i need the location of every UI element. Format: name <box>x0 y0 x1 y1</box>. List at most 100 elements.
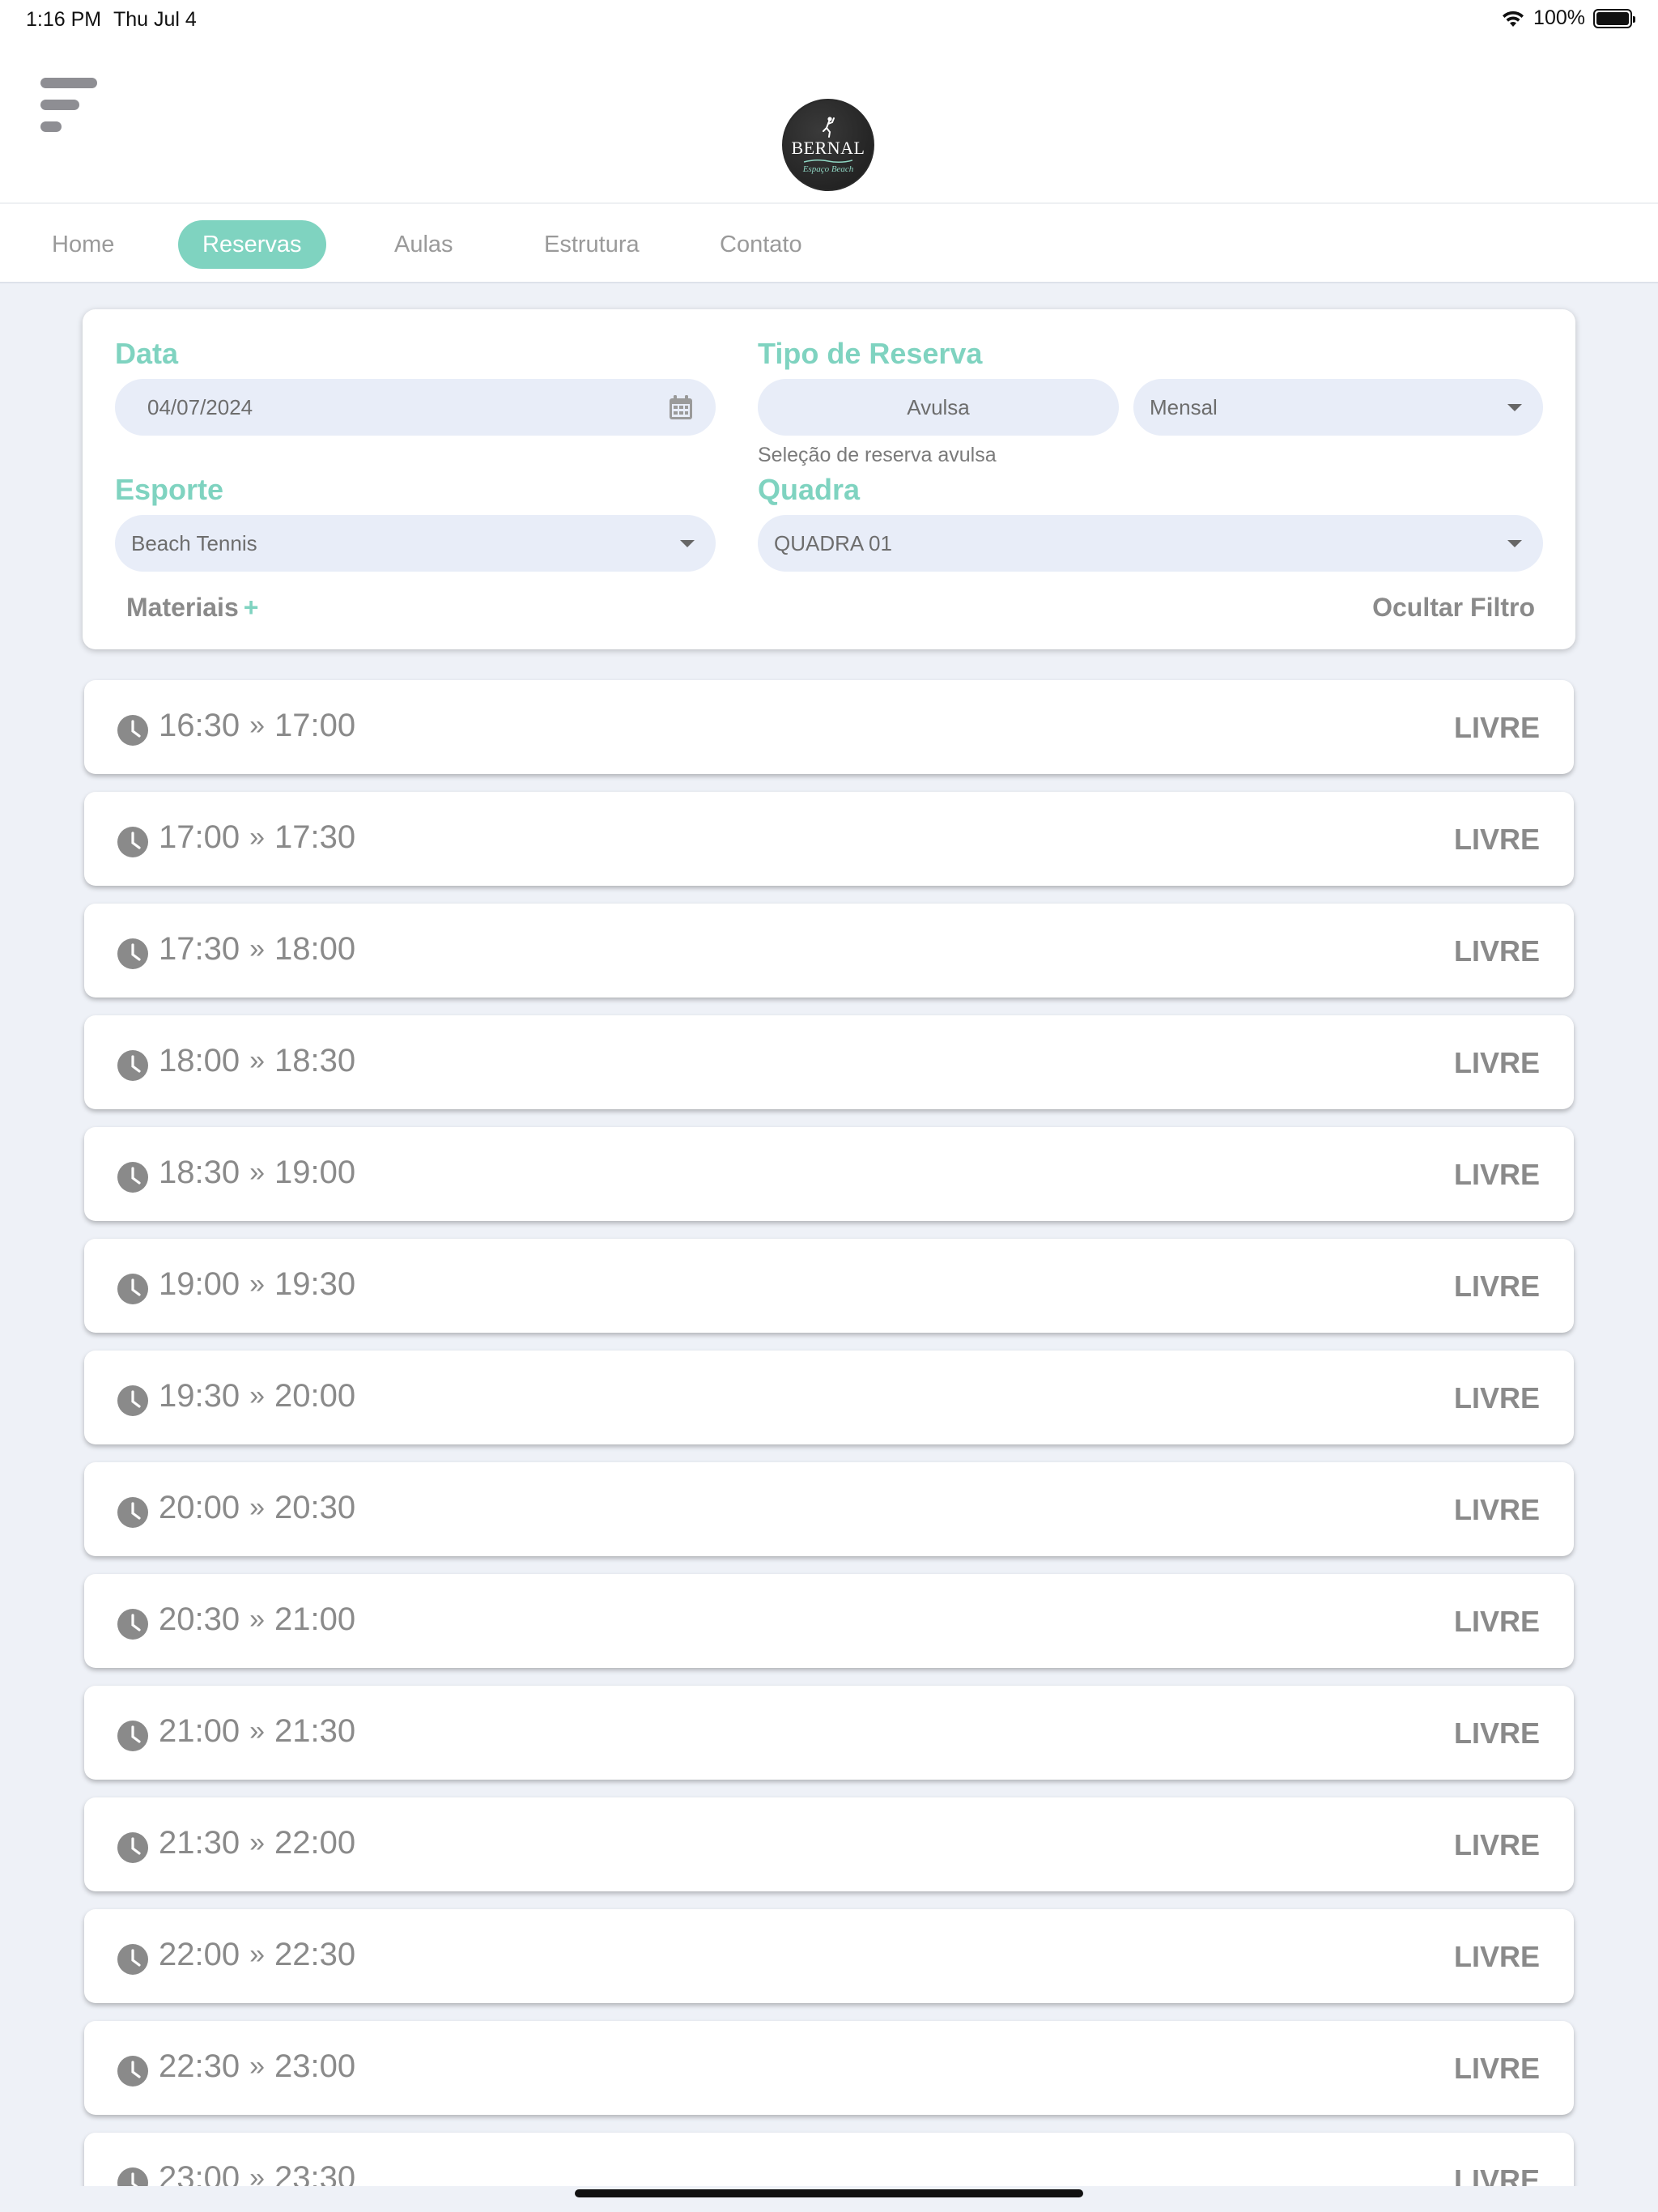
logo-subtitle: Espaço Beach <box>802 164 854 174</box>
tipo-avulsa-button[interactable]: Avulsa <box>758 379 1119 436</box>
slot-status: LIVRE <box>1453 1605 1540 1638</box>
time-slot-row[interactable]: 21:00 » 21:30 LIVRE <box>84 1686 1574 1780</box>
clock-icon <box>117 1609 148 1640</box>
brand-logo: BERNAL Espaço Beach <box>782 99 874 191</box>
main-nav: Home Reservas Aulas Estrutura Contato <box>0 202 1658 283</box>
ocultar-filtro-button[interactable]: Ocultar Filtro <box>1372 593 1535 623</box>
slot-end: 18:00 <box>274 931 356 967</box>
nav-home[interactable]: Home <box>28 220 138 269</box>
data-label: Data <box>115 337 179 370</box>
slot-start: 21:30 <box>159 1825 240 1861</box>
clock-icon <box>117 1050 148 1081</box>
time-slot-list: 16:30» 17:00 LIVRE 17:00» 17:30 LIVRE 17:30» 18… <box>84 680 1574 2212</box>
clock-icon <box>117 1274 148 1304</box>
clock-icon <box>117 1385 148 1416</box>
quadra-value: QUADRA 01 <box>774 531 892 555</box>
clock-icon <box>117 1832 148 1863</box>
slot-time-range: 20:30 » 21:00 <box>159 1602 355 1638</box>
clock-icon <box>117 1497 148 1528</box>
slot-end: 20:00 <box>274 1378 356 1414</box>
slot-start: 17:00 <box>159 819 240 855</box>
calendar-icon[interactable] <box>667 393 695 421</box>
slot-status: LIVRE <box>1453 1381 1540 1414</box>
slot-start: 19:00 <box>159 1266 240 1302</box>
double-chevron-icon: » <box>249 934 266 964</box>
menu-icon[interactable] <box>40 78 99 132</box>
slot-time-range: 16:30 » 17:00 <box>159 708 355 744</box>
plus-icon: + <box>243 593 259 622</box>
slot-time-range: 18:30 » 19:00 <box>159 1155 355 1191</box>
slot-start: 19:30 <box>159 1378 240 1414</box>
time-slot-row[interactable]: 17:30 » 18:00 LIVRE <box>84 904 1574 998</box>
slot-time-range: 20:00 » 20:30 <box>159 1490 355 1526</box>
battery-percent: 100% <box>1533 6 1585 29</box>
double-chevron-icon: » <box>249 1492 266 1523</box>
nav-contato[interactable]: Contato <box>695 220 827 269</box>
date-field[interactable]: 04/07/2024 <box>115 379 716 436</box>
slot-end: 23:00 <box>274 2048 356 2084</box>
double-chevron-icon: » <box>249 1716 266 1746</box>
slot-end: 20:30 <box>274 1490 356 1525</box>
slot-end: 17:00 <box>274 708 356 743</box>
slot-end: 21:00 <box>274 1602 356 1637</box>
time-slot-row[interactable]: 22:30 » 23:00 LIVRE <box>84 2021 1574 2115</box>
time-slot-row[interactable]: 18:30 » 19:00 LIVRE <box>84 1127 1574 1221</box>
time-slot-row[interactable]: 22:00 » 22:30 LIVRE <box>84 1909 1574 2003</box>
slot-status: LIVRE <box>1453 711 1540 744</box>
materiais-button[interactable]: Materiais + <box>126 593 258 623</box>
materiais-label: Materiais <box>126 593 239 622</box>
tipo-reserva-label: Tipo de Reserva <box>758 337 983 370</box>
esporte-label: Esporte <box>115 473 224 506</box>
slot-time-range: 17:30 » 18:00 <box>159 931 355 968</box>
double-chevron-icon: » <box>249 1045 266 1076</box>
esporte-value: Beach Tennis <box>131 531 257 555</box>
home-indicator[interactable] <box>575 2189 1083 2197</box>
slot-time-range: 22:30 » 23:00 <box>159 2048 355 2085</box>
slot-status: LIVRE <box>1453 823 1540 856</box>
quadra-select[interactable]: QUADRA 01 <box>758 515 1543 572</box>
logo-text: BERNAL <box>791 137 865 158</box>
nav-estrutura[interactable]: Estrutura <box>520 220 664 269</box>
slot-time-range: 19:30 » 20:00 <box>159 1378 355 1414</box>
slot-status: LIVRE <box>1453 2052 1540 2085</box>
slot-end: 18:30 <box>274 1043 356 1078</box>
slot-time-range: 19:00 » 19:30 <box>159 1266 355 1303</box>
nav-reservas[interactable]: Reservas <box>178 220 326 269</box>
time-slot-row[interactable]: 19:30 » 20:00 LIVRE <box>84 1351 1574 1444</box>
time-slot-row[interactable]: 20:30 » 21:00 LIVRE <box>84 1574 1574 1668</box>
time-slot-row[interactable]: 18:00 » 18:30 LIVRE <box>84 1015 1574 1109</box>
slot-start: 17:30 <box>159 931 240 967</box>
slot-time-range: 17:00 » 17:30 <box>159 819 355 856</box>
nav-aulas[interactable]: Aulas <box>370 220 478 269</box>
double-chevron-icon: » <box>249 822 266 853</box>
slot-start: 20:30 <box>159 1602 240 1637</box>
clock-icon <box>117 2056 148 2087</box>
slot-status: LIVRE <box>1453 1828 1540 1861</box>
chevron-down-icon <box>1507 540 1522 547</box>
slot-status: LIVRE <box>1453 1493 1540 1526</box>
time-slot-row[interactable]: 17:00 » 17:30 LIVRE <box>84 792 1574 886</box>
slot-start: 18:00 <box>159 1043 240 1078</box>
time-slot-row[interactable]: 21:30 » 22:00 LIVRE <box>84 1797 1574 1891</box>
esporte-select[interactable]: Beach Tennis <box>115 515 716 572</box>
slot-time-range: 22:00 » 22:30 <box>159 1937 355 1973</box>
slot-status: LIVRE <box>1453 1046 1540 1079</box>
double-chevron-icon: » <box>249 1380 266 1411</box>
tipo-mensal-select[interactable]: Mensal <box>1133 379 1543 436</box>
slot-end: 22:00 <box>274 1825 356 1861</box>
date-value: 04/07/2024 <box>147 395 253 419</box>
time-slot-row[interactable]: 20:00 » 20:30 LIVRE <box>84 1462 1574 1556</box>
time-slot-row[interactable]: 16:30 » 17:00 LIVRE <box>84 680 1574 774</box>
slot-start: 18:30 <box>159 1155 240 1190</box>
slot-start: 22:30 <box>159 2048 240 2084</box>
wifi-icon <box>1503 11 1524 27</box>
double-chevron-icon: » <box>249 1939 266 1970</box>
double-chevron-icon: » <box>249 710 266 741</box>
time-slot-row[interactable]: 19:00 » 19:30 LIVRE <box>84 1239 1574 1333</box>
slot-time-range: 18:00 » 18:30 <box>159 1043 355 1079</box>
slot-end: 22:30 <box>274 1937 356 1972</box>
slot-end: 19:30 <box>274 1266 356 1302</box>
chevron-down-icon <box>1507 404 1522 411</box>
slot-start: 22:00 <box>159 1937 240 1972</box>
slot-start: 20:00 <box>159 1490 240 1525</box>
